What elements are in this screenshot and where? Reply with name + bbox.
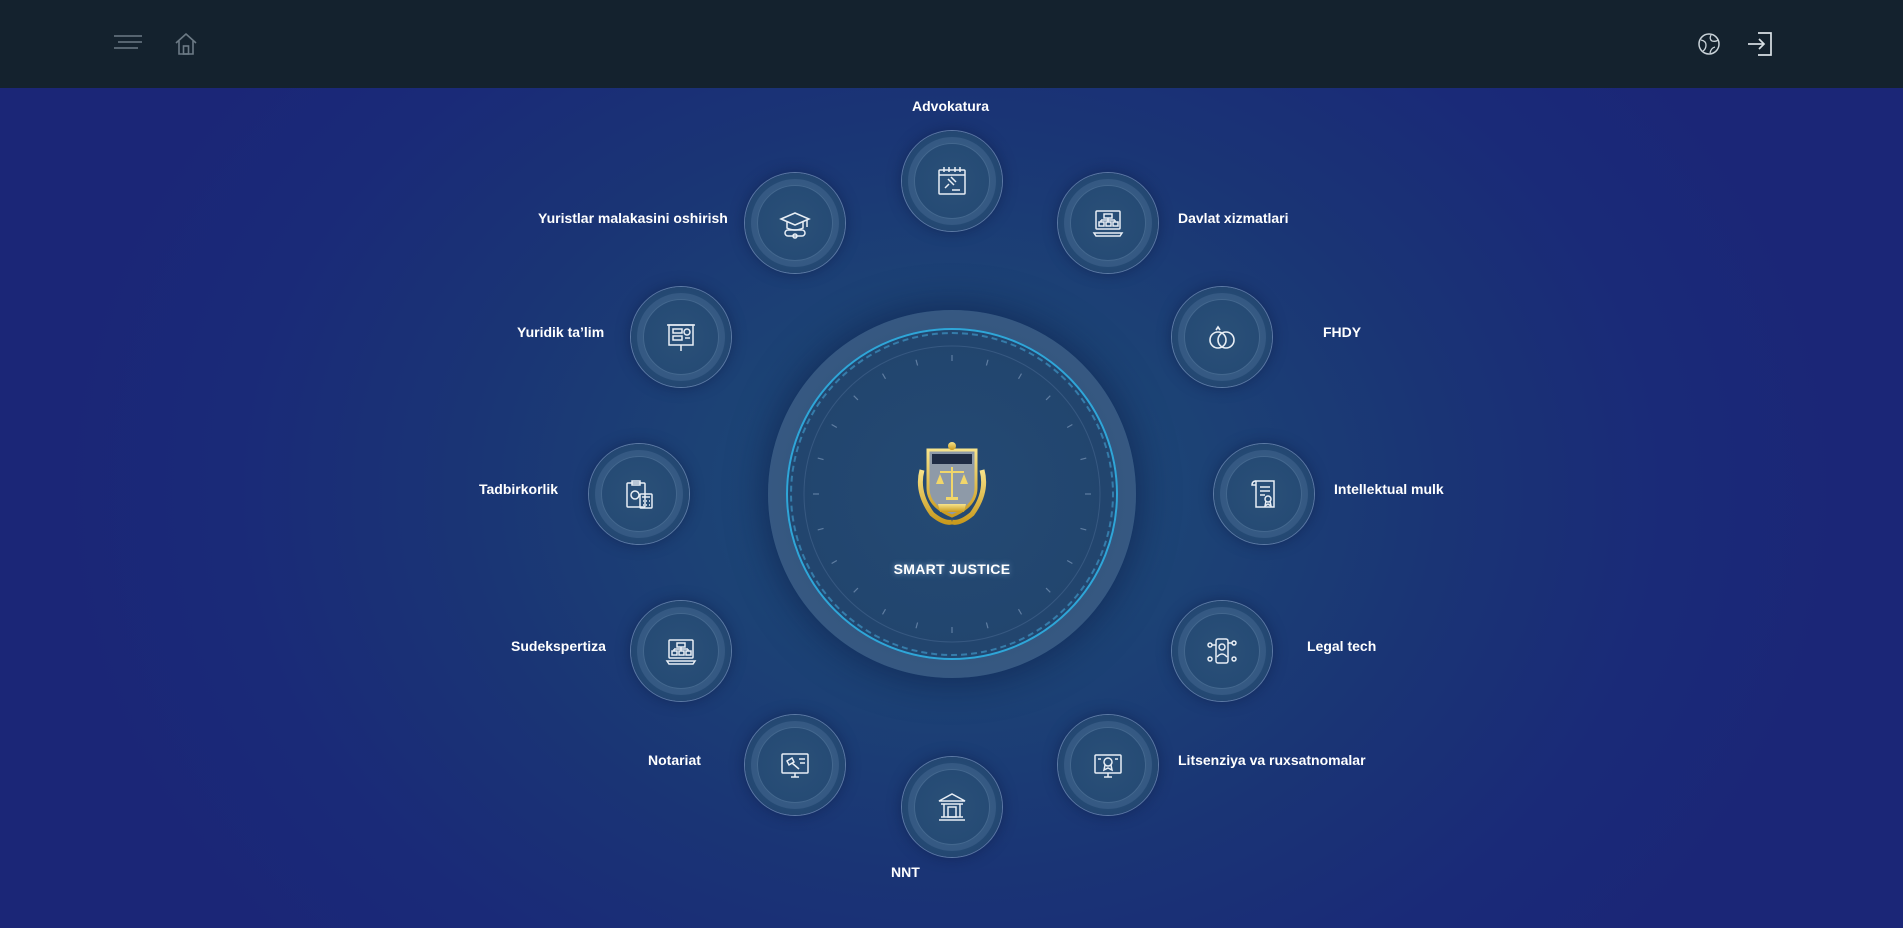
- service-label-yuridik-talim[interactable]: Yuridik ta’lim: [517, 324, 604, 340]
- hub-tick: [881, 608, 887, 615]
- service-label-legal-tech[interactable]: Legal tech: [1307, 638, 1376, 654]
- justice-emblem-icon: [914, 440, 990, 526]
- service-sudekspertiza[interactable]: [631, 601, 731, 701]
- service-label-nnt[interactable]: NNT: [891, 864, 920, 880]
- clipboard-calculator-icon: [623, 478, 655, 510]
- sign-in-icon[interactable]: [1746, 30, 1774, 58]
- service-label-fhdy[interactable]: FHDY: [1323, 324, 1361, 340]
- hub-tick: [817, 457, 824, 461]
- service-davlat-xizmatlari[interactable]: [1058, 173, 1158, 273]
- smart-justice-hub[interactable]: SMART JUSTICE: [768, 310, 1136, 678]
- phone-network-icon: [1206, 635, 1238, 667]
- hub-tick: [1045, 587, 1051, 593]
- service-label-sudekspertiza[interactable]: Sudekspertiza: [511, 638, 606, 654]
- service-label-advokatura[interactable]: Advokatura: [912, 98, 989, 114]
- calendar-gavel-icon: [936, 165, 968, 197]
- service-yuristlar-malakasi[interactable]: [745, 173, 845, 273]
- service-fhdy[interactable]: [1172, 287, 1272, 387]
- hub-tick: [853, 395, 859, 401]
- home-icon[interactable]: [172, 30, 200, 58]
- service-tadbirkorlik[interactable]: [589, 444, 689, 544]
- service-label-tadbirkorlik[interactable]: Tadbirkorlik: [479, 481, 558, 497]
- hamburger-menu-icon[interactable]: [112, 30, 144, 54]
- service-label-notariat[interactable]: Notariat: [648, 752, 701, 768]
- globe-icon[interactable]: [1696, 31, 1722, 57]
- monitor-badge-icon: [1092, 749, 1124, 781]
- hub-tick: [915, 359, 919, 366]
- hub-tick: [1080, 527, 1087, 531]
- hub-tick: [1080, 457, 1087, 461]
- hub-tick: [1017, 608, 1023, 615]
- service-legal-tech[interactable]: [1172, 601, 1272, 701]
- service-label-litsenziya[interactable]: Litsenziya va ruxsatnomalar: [1178, 752, 1366, 768]
- certificate-scroll-icon: [1248, 478, 1280, 510]
- laptop-org-chart-icon: [665, 635, 697, 667]
- service-yuridik-talim[interactable]: [631, 287, 731, 387]
- service-litsenziya[interactable]: [1058, 715, 1158, 815]
- hub-tick: [881, 373, 887, 380]
- hub-tick: [1045, 395, 1051, 401]
- hub-tick: [915, 622, 919, 629]
- hub-tick: [1066, 423, 1073, 429]
- monitor-gavel-icon: [779, 749, 811, 781]
- org-chart-laptop-icon: [1092, 207, 1124, 239]
- service-label-davlat-xizmatlari[interactable]: Davlat xizmatlari: [1178, 210, 1289, 226]
- hub-tick: [985, 359, 989, 366]
- hub-tick: [985, 622, 989, 629]
- service-nnt[interactable]: [902, 757, 1002, 857]
- service-label-yuristlar-malakasi[interactable]: Yuristlar malakasini oshirish: [538, 210, 728, 226]
- building-icon: [936, 791, 968, 823]
- presentation-board-icon: [665, 321, 697, 353]
- wedding-rings-icon: [1206, 321, 1238, 353]
- service-notariat[interactable]: [745, 715, 845, 815]
- hub-tick: [831, 423, 838, 429]
- hub-tick: [1017, 373, 1023, 380]
- hub-tick: [817, 527, 824, 531]
- top-bar: [0, 0, 1903, 88]
- service-advokatura[interactable]: [902, 131, 1002, 231]
- service-intellektual-mulk[interactable]: [1214, 444, 1314, 544]
- graduation-cap-diploma-icon: [779, 207, 811, 239]
- hub-tick: [853, 587, 859, 593]
- hub-title: SMART JUSTICE: [893, 561, 1011, 577]
- services-dashboard: SMART JUSTICE Advokatura Davlat xizmatla…: [0, 88, 1903, 928]
- service-label-intellektual-mulk[interactable]: Intellektual mulk: [1334, 481, 1444, 497]
